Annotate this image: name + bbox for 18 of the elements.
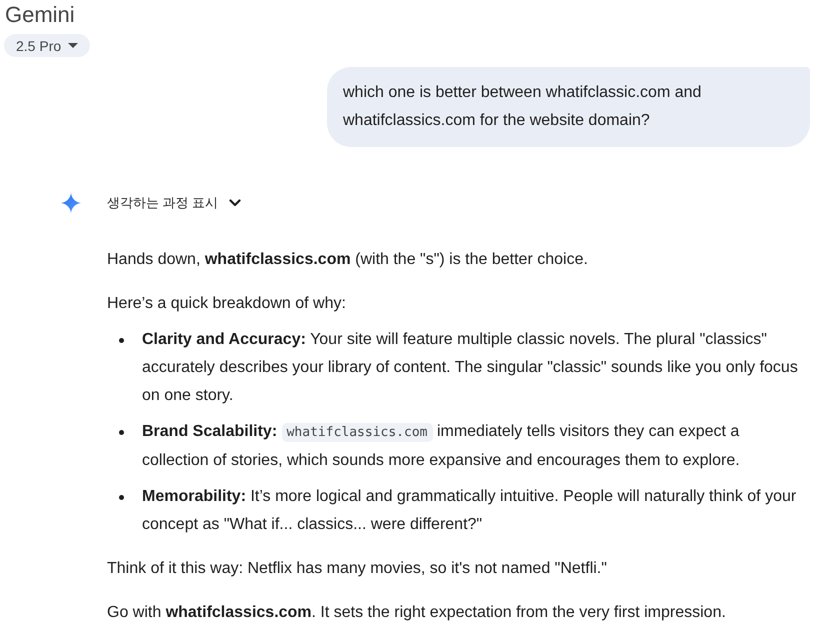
model-picker[interactable]: 2.5 Pro (4, 34, 90, 57)
thinking-toggle[interactable]: 생각하는 과정 표시 (107, 193, 242, 213)
bullet-icon (119, 430, 124, 435)
response-paragraph: Go with whatifclassics.com. It sets the right expectation from the very first impression. (107, 603, 727, 623)
list-item-text: Brand Scalability: whatifclassics.com immediately tells visitors they can expect a collection of stories, which sounds more expansive and encourages them to explore. (142, 422, 741, 471)
bullet-icon (119, 495, 124, 500)
caret-icon (68, 43, 78, 48)
list-item-text: Memorability: It’s more logical and grammatically intuitive. People will naturally think of your concept as "What if... classics... were different?" (142, 487, 798, 535)
response-paragraph: Think of it this way: Netflix has many movies, so it's not named "Netfli." (107, 559, 608, 579)
response-paragraph: Hands down, whatifclassics.com (with the "s") is the better choice. (107, 250, 589, 270)
list-item-text: Clarity and Accuracy: Your site will feature multiple classic novels. The plural "classics" accurately describes your library of content. The singular "classic" sounds like you only focus on one story. (142, 330, 799, 406)
app-title: Gemini (5, 1, 75, 29)
bullet-icon (119, 338, 124, 343)
sparkle-icon (60, 192, 82, 214)
user-message: which one is better between whatifclassic.com and whatifclassics.com for the website domain? (327, 67, 810, 147)
chevron-down-icon (229, 199, 242, 207)
inline-code: whatifclassics.com (282, 423, 432, 442)
response-paragraph: Here’s a quick breakdown of why: (107, 294, 347, 314)
